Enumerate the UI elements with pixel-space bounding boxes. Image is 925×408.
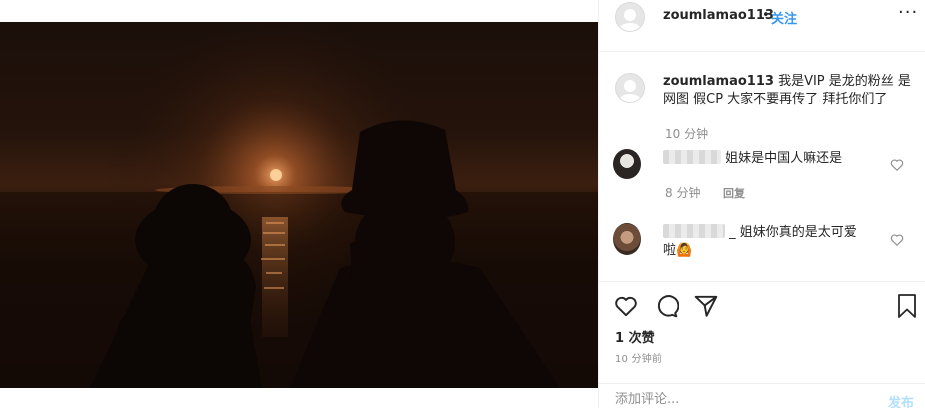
post-header: zoumlamao113 • 关注 ··· — [599, 0, 925, 52]
add-comment-bar: 发布 — [599, 383, 925, 408]
comment-item: 姐妹是中国人嘛还是 — [663, 150, 893, 168]
caption-time: 10 分钟 — [665, 127, 709, 141]
more-options-icon[interactable]: ··· — [898, 2, 918, 23]
sunset-silhouette-image — [0, 22, 598, 388]
commenter-avatar[interactable] — [613, 223, 641, 255]
comment-text-line-2: 啦🙆 — [663, 243, 693, 258]
comment-like-icon[interactable] — [890, 158, 904, 172]
caption-line-1: 我是VIP 是龙的粉丝 是 — [778, 74, 911, 89]
comment-time: 8 分钟 — [665, 186, 701, 200]
follow-button[interactable]: 关注 — [771, 8, 797, 27]
post-panel: zoumlamao113 • 关注 ··· zoumlamao113 我是VIP… — [598, 0, 925, 408]
caption-line-2: 网图 假CP 大家不要再传了 拜托你们了 — [663, 92, 888, 107]
author-username[interactable]: zoumlamao113 — [663, 8, 774, 23]
commenter-username-blurred[interactable] — [663, 150, 721, 164]
reply-button[interactable]: 回复 — [723, 185, 745, 201]
caption-avatar-icon[interactable] — [615, 73, 645, 103]
comment-text-line-1: _ 姐妹你真的是太可爱 — [729, 225, 857, 240]
comment-bubble-icon[interactable] — [653, 293, 679, 319]
separator-dot: • — [762, 8, 770, 23]
comments-list[interactable]: zoumlamao113 我是VIP 是龙的粉丝 是 网图 假CP 大家不要再传… — [599, 53, 925, 281]
commenter-username-blurred[interactable] — [663, 224, 725, 238]
comment-text: 姐妹是中国人嘛还是 — [725, 151, 843, 166]
bookmark-icon[interactable] — [895, 293, 919, 319]
caption-username[interactable]: zoumlamao113 — [663, 74, 774, 89]
paper-plane-icon[interactable] — [693, 293, 719, 319]
comment-like-icon[interactable] — [890, 233, 904, 247]
heart-icon[interactable] — [613, 293, 639, 319]
post-actions: 1 次赞 10 分钟前 — [599, 281, 925, 399]
add-comment-input[interactable] — [615, 392, 865, 407]
default-avatar-icon[interactable] — [615, 2, 645, 32]
post-comment-button[interactable]: 发布 — [888, 392, 914, 408]
caption-text: zoumlamao113 我是VIP 是龙的粉丝 是 网图 假CP 大家不要再传… — [663, 73, 913, 109]
likes-count[interactable]: 1 次赞 — [615, 327, 655, 346]
post-photo[interactable] — [0, 22, 598, 388]
post-media — [0, 0, 598, 408]
post-timestamp: 10 分钟前 — [615, 354, 663, 365]
comment-item: _ 姐妹你真的是太可爱 啦🙆 — [663, 224, 893, 260]
commenter-avatar[interactable] — [613, 149, 641, 179]
